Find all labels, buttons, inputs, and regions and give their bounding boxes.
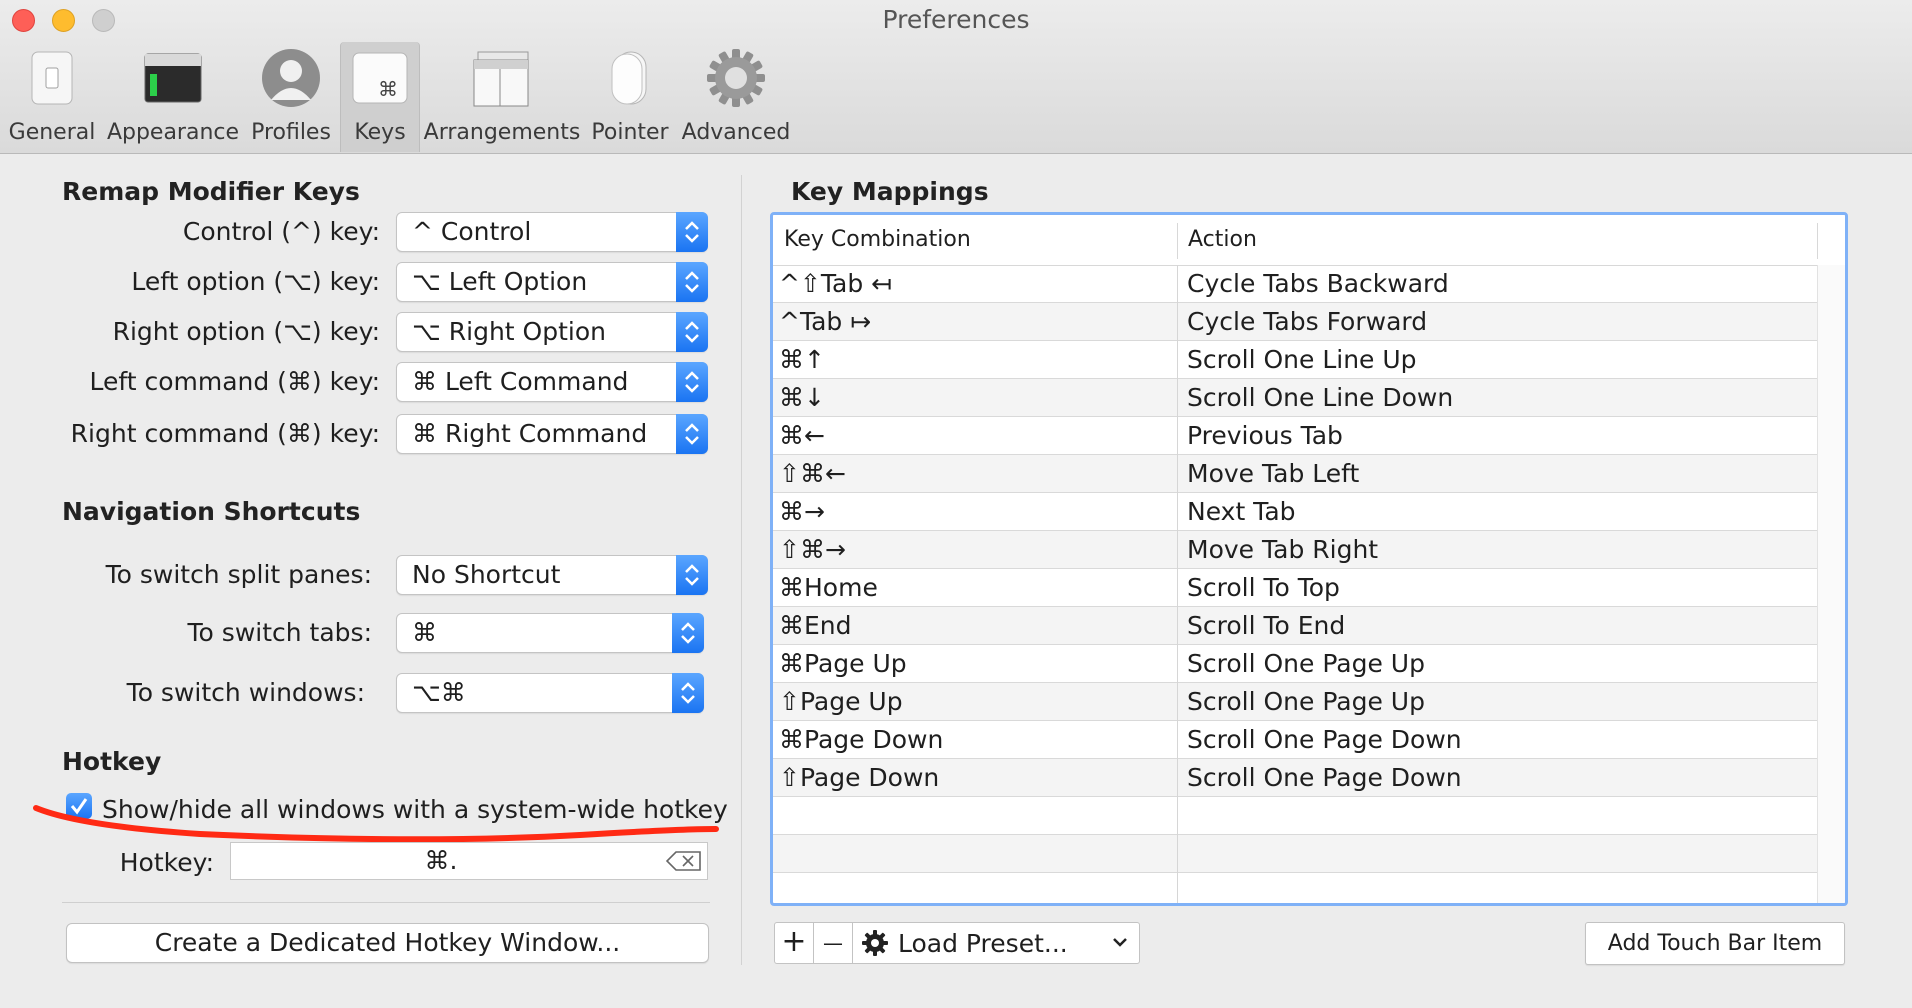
table-scrollbar[interactable] xyxy=(1817,265,1845,903)
row-key: ⇧Page Down xyxy=(779,763,940,792)
table-row[interactable]: ⇧Page Down Scroll One Page Down xyxy=(773,759,1817,797)
table-row[interactable]: ⌘Home Scroll To Top xyxy=(773,569,1817,607)
row-action: Cycle Tabs Forward xyxy=(1187,307,1428,336)
row-action: Next Tab xyxy=(1187,497,1296,526)
row-key: ⇧Page Up xyxy=(779,687,903,716)
row-action: Previous Tab xyxy=(1187,421,1343,450)
table-row[interactable]: ⌘↑ Scroll One Line Up xyxy=(773,341,1817,379)
row-key: ⌘↑ xyxy=(779,345,825,374)
row-key: ⌘End xyxy=(779,611,852,640)
row-key: ^⇧Tab ↤ xyxy=(779,269,893,298)
key-mappings-title: Key Mappings xyxy=(791,177,989,206)
hotkey-field-label: Hotkey: xyxy=(119,848,214,877)
row-action: Move Tab Right xyxy=(1187,535,1379,564)
row-key: ⌘Home xyxy=(779,573,878,602)
table-row-empty xyxy=(773,797,1817,835)
gear-icon xyxy=(861,929,889,961)
table-row[interactable]: ⌘← Previous Tab xyxy=(773,417,1817,455)
row-action: Scroll One Line Down xyxy=(1187,383,1454,412)
table-row[interactable]: ⇧⌘→ Move Tab Right xyxy=(773,531,1817,569)
table-row[interactable]: ⌘→ Next Tab xyxy=(773,493,1817,531)
hotkey-divider xyxy=(62,902,710,903)
load-preset-popup[interactable]: Load Preset... xyxy=(852,922,1140,964)
table-header: Key Combination Action xyxy=(773,215,1845,266)
row-key: ⇧⌘← xyxy=(779,459,846,488)
row-action: Scroll One Line Up xyxy=(1187,345,1417,374)
table-row-empty xyxy=(773,835,1817,873)
row-key: ⌘Page Down xyxy=(779,725,944,754)
column-header-key-combination[interactable]: Key Combination xyxy=(784,227,971,252)
remove-mapping-button[interactable]: — xyxy=(813,922,853,964)
table-row[interactable]: ⌘Page Up Scroll One Page Up xyxy=(773,645,1817,683)
table-row[interactable]: ⌘↓ Scroll One Line Down xyxy=(773,379,1817,417)
column-header-action[interactable]: Action xyxy=(1188,227,1257,252)
row-action: Cycle Tabs Backward xyxy=(1187,269,1449,298)
delete-backward-icon[interactable] xyxy=(665,850,702,876)
pane-divider xyxy=(741,175,742,965)
row-action: Move Tab Left xyxy=(1187,459,1360,488)
table-row[interactable]: ^Tab ↦ Cycle Tabs Forward xyxy=(773,303,1817,341)
column-separator xyxy=(1177,223,1178,259)
hotkey-value: ⌘. xyxy=(424,846,458,875)
table-row[interactable]: ⌘Page Down Scroll One Page Down xyxy=(773,721,1817,759)
column-separator xyxy=(1177,265,1178,903)
row-key: ⌘↓ xyxy=(779,383,825,412)
row-action: Scroll One Page Down xyxy=(1187,725,1462,754)
load-preset-label: Load Preset... xyxy=(898,929,1068,958)
row-key: ⌘← xyxy=(779,421,825,450)
column-separator xyxy=(1817,223,1818,259)
row-key: ⇧⌘→ xyxy=(779,535,846,564)
row-action: Scroll One Page Down xyxy=(1187,763,1462,792)
add-touch-bar-item-button[interactable]: Add Touch Bar Item xyxy=(1585,922,1845,965)
row-key: ^Tab ↦ xyxy=(779,307,872,336)
row-key: ⌘Page Up xyxy=(779,649,907,678)
chevron-down-icon xyxy=(1111,933,1129,955)
row-action: Scroll One Page Up xyxy=(1187,649,1425,678)
table-row[interactable]: ⇧Page Up Scroll One Page Up xyxy=(773,683,1817,721)
table-row[interactable]: ^⇧Tab ↤ Cycle Tabs Backward xyxy=(773,265,1817,303)
table-row[interactable]: ⇧⌘← Move Tab Left xyxy=(773,455,1817,493)
row-action: Scroll To Top xyxy=(1187,573,1340,602)
create-hotkey-window-button[interactable]: Create a Dedicated Hotkey Window... xyxy=(66,923,709,963)
table-row-empty xyxy=(773,873,1817,903)
key-mappings-table[interactable]: Key Combination Action ^⇧Tab ↤ Cycle Tabs… xyxy=(770,212,1848,906)
row-action: Scroll To End xyxy=(1187,611,1346,640)
table-row[interactable]: ⌘End Scroll To End xyxy=(773,607,1817,645)
hotkey-input[interactable]: ⌘. xyxy=(230,842,708,880)
row-action: Scroll One Page Up xyxy=(1187,687,1425,716)
row-key: ⌘→ xyxy=(779,497,825,526)
add-mapping-button[interactable]: + xyxy=(774,922,814,964)
